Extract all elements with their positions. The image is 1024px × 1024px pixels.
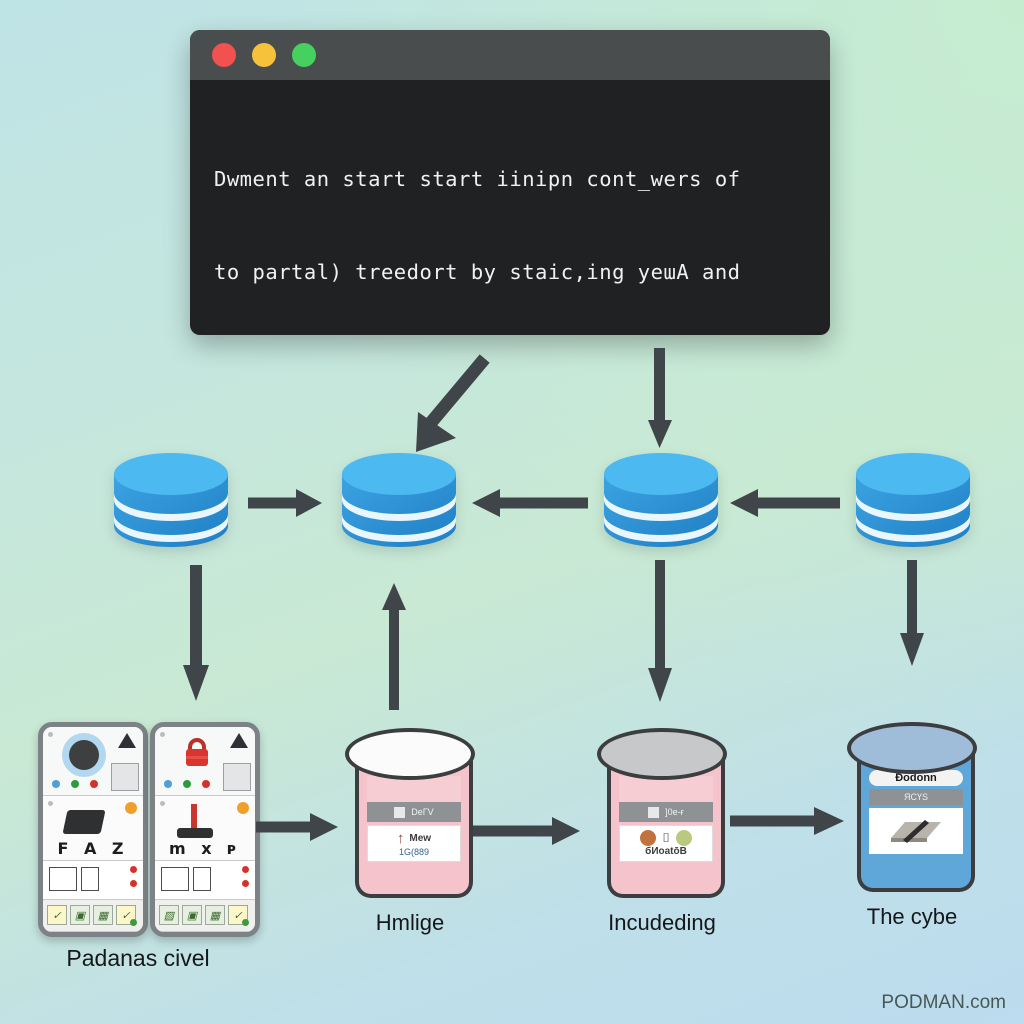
led-row — [52, 780, 98, 788]
close-icon[interactable] — [212, 43, 236, 67]
device-section-apps: ✓ ▣ ▦ ✓ — [43, 900, 143, 932]
terminal-output[interactable]: Dwment an start start iinipn cont_wers o… — [190, 80, 830, 335]
jar-3-statusbar: ЯCҮЅ — [869, 789, 963, 805]
device-section-chip: F A Z — [43, 796, 143, 861]
arrow-db3-to-jar2 — [648, 560, 672, 706]
jar-3-lid — [847, 722, 977, 774]
indicator-dot — [160, 801, 165, 806]
device-letters: F A Z — [57, 839, 129, 858]
jar-1-screen: DeГV ↑ Mew 1G(889 — [367, 776, 461, 884]
device-section-apps: ▨ ▣ ▦ ✓ — [155, 900, 255, 932]
jar-1-lid — [345, 728, 475, 780]
watermark: PODMAN.com — [881, 992, 1006, 1013]
app-grid[interactable]: ▨ ▣ ▦ ✓ — [159, 905, 248, 925]
jar-2-lid — [597, 728, 727, 780]
terminal-window[interactable]: Dwment an start start iinipn cont_wers o… — [190, 30, 830, 335]
device-section-lock — [155, 727, 255, 796]
arrow-db4-to-db3 — [728, 488, 840, 518]
jar-3-caption: The cybe — [866, 904, 958, 929]
arrow-db1-to-db2 — [248, 488, 324, 518]
triangle-icon — [118, 733, 136, 748]
arrow-devices-to-jar1 — [256, 812, 340, 842]
led-row — [164, 780, 210, 788]
led-blue — [52, 780, 60, 788]
jar-1-caption: Hmlige — [375, 910, 445, 935]
devices-caption: Padanas civel — [66, 945, 210, 971]
circle-icon — [640, 830, 657, 846]
arrow-db4-to-jar3 — [900, 560, 924, 670]
bar-group — [49, 867, 99, 891]
power-dot — [130, 919, 137, 926]
led-red — [90, 780, 98, 788]
terminal-line: to partal) treedort by staic,ing yeɯA an… — [214, 260, 741, 284]
database-icon-1[interactable] — [110, 452, 232, 550]
lock-icon[interactable] — [181, 737, 213, 767]
jar-1-card: ↑ Mew 1G(889 — [367, 825, 461, 862]
mini-display — [223, 763, 251, 791]
terminal-line: Dwment an start start iinipn cont_wers o… — [214, 167, 741, 191]
jar-1[interactable]: DeГV ↑ Mew 1G(889 Hmlige — [345, 728, 475, 935]
app-grid[interactable]: ✓ ▣ ▦ ✓ — [47, 905, 136, 925]
arrow-terminal-to-db2 — [398, 352, 498, 457]
led-green — [71, 780, 79, 788]
up-arrow-icon: ↑ — [396, 830, 405, 847]
device-section-joystick: m x ᴘ — [155, 796, 255, 861]
arrow-jar2-to-jar3 — [730, 806, 846, 836]
indicator-dot — [48, 732, 53, 737]
database-icon-3[interactable] — [600, 452, 722, 550]
led-blue — [164, 780, 172, 788]
arrow-terminal-to-db3 — [648, 348, 672, 453]
power-dot — [242, 919, 249, 926]
flask-icon: ⌷ — [662, 830, 670, 845]
jar-1-statusbar: DeГV — [367, 802, 461, 822]
jar-3[interactable]: Ɖodonn ЯCҮЅ The cybe — [847, 722, 977, 929]
device-panel-left[interactable]: F A Z ✓ ▣ ▦ ✓ — [38, 722, 148, 937]
arrow-jar1-to-jar2 — [470, 816, 582, 846]
mini-display — [111, 763, 139, 791]
indicator-dot — [160, 732, 165, 737]
device-section-bars — [155, 861, 255, 900]
jar-2-card: ⌷ бИoatōВ — [619, 825, 713, 862]
arrow-jar1-to-db2 — [382, 580, 406, 710]
orange-indicator-icon — [237, 802, 249, 814]
arrow-db3-to-db2 — [470, 488, 588, 518]
chip-icon — [62, 810, 106, 834]
led-red — [202, 780, 210, 788]
triangle-icon — [230, 733, 248, 748]
database-icon-2[interactable] — [338, 452, 460, 550]
book-icon — [891, 820, 941, 843]
jar-2-caption: Incudeding — [608, 910, 716, 935]
bar-group — [161, 867, 211, 891]
joystick-base — [177, 828, 213, 838]
status-dots — [242, 866, 249, 894]
jar-2[interactable]: ]0e-ғ ⌷ бИoatōВ Incudeding — [597, 728, 727, 935]
leaf-icon — [675, 830, 692, 846]
diagram-canvas: Dwment an start start iinipn cont_wers o… — [0, 0, 1024, 1024]
device-section-bars — [43, 861, 143, 900]
status-dots — [130, 866, 137, 894]
device-panel-right[interactable]: m x ᴘ ▨ ▣ ▦ ✓ — [150, 722, 260, 937]
led-green — [183, 780, 191, 788]
arrow-db1-to-devices — [183, 565, 209, 705]
jar-2-screen: ]0e-ғ ⌷ бИoatōВ — [619, 776, 713, 884]
indicator-dot — [48, 801, 53, 806]
terminal-title-bar — [190, 30, 830, 80]
database-icon-4[interactable] — [852, 452, 974, 550]
knob-icon[interactable] — [69, 740, 99, 770]
device-section-knob — [43, 727, 143, 796]
minimize-icon[interactable] — [252, 43, 276, 67]
device-letters: m x ᴘ — [168, 839, 242, 858]
jar-3-screen: Ɖodonn ЯCҮЅ — [869, 770, 963, 878]
jar-3-card — [869, 808, 963, 854]
joystick-icon[interactable] — [191, 804, 197, 830]
jar-2-statusbar: ]0e-ғ — [619, 802, 713, 822]
orange-indicator-icon — [125, 802, 137, 814]
maximize-icon[interactable] — [292, 43, 316, 67]
